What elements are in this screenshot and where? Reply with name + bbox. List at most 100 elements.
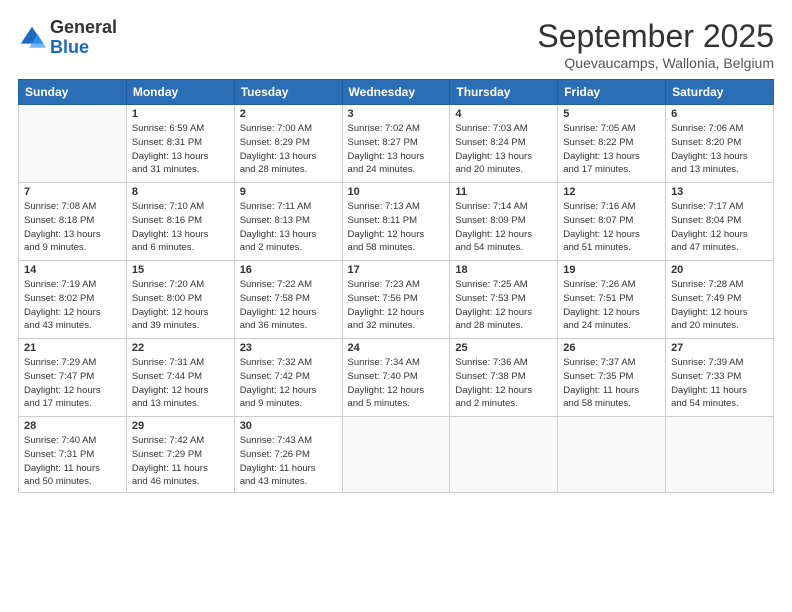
day-info: Sunrise: 7:39 AM Sunset: 7:33 PM Dayligh… bbox=[671, 356, 768, 411]
day-number: 1 bbox=[132, 108, 229, 120]
day-number: 10 bbox=[348, 186, 445, 198]
calendar-cell: 28 Sunrise: 7:40 AM Sunset: 7:31 PM Dayli… bbox=[19, 417, 127, 493]
day-info: Sunrise: 7:40 AM Sunset: 7:31 PM Dayligh… bbox=[24, 434, 121, 489]
day-info: Sunrise: 7:11 AM Sunset: 8:13 PM Dayligh… bbox=[240, 200, 337, 255]
day-info: Sunrise: 7:36 AM Sunset: 7:38 PM Dayligh… bbox=[455, 356, 552, 411]
day-info: Sunrise: 7:26 AM Sunset: 7:51 PM Dayligh… bbox=[563, 278, 660, 333]
day-number: 29 bbox=[132, 420, 229, 432]
day-number: 21 bbox=[24, 342, 121, 354]
day-number: 23 bbox=[240, 342, 337, 354]
logo-text: General Blue bbox=[50, 18, 117, 58]
calendar-cell: 21Sunrise: 7:29 AM Sunset: 7:47 PM Dayli… bbox=[19, 339, 127, 417]
day-number: 17 bbox=[348, 264, 445, 276]
day-number: 27 bbox=[671, 342, 768, 354]
calendar-cell: 1 Sunrise: 6:59 AM Sunset: 8:31 PM Daylig… bbox=[126, 105, 234, 183]
day-number: 6 bbox=[671, 108, 768, 120]
calendar-cell bbox=[342, 417, 450, 493]
calendar-cell: 3 Sunrise: 7:02 AM Sunset: 8:27 PM Daylig… bbox=[342, 105, 450, 183]
calendar-day-header: Monday bbox=[126, 80, 234, 105]
subtitle: Quevaucamps, Wallonia, Belgium bbox=[537, 55, 774, 71]
calendar-cell: 26Sunrise: 7:37 AM Sunset: 7:35 PM Dayli… bbox=[558, 339, 666, 417]
calendar-cell: 5Sunrise: 7:05 AM Sunset: 8:22 PM Daylig… bbox=[558, 105, 666, 183]
day-number: 8 bbox=[132, 186, 229, 198]
calendar-day-header: Sunday bbox=[19, 80, 127, 105]
calendar-cell: 17 Sunrise: 7:23 AM Sunset: 7:56 PM Dayli… bbox=[342, 261, 450, 339]
day-info: Sunrise: 7:06 AM Sunset: 8:20 PM Dayligh… bbox=[671, 122, 768, 177]
calendar-cell: 25 Sunrise: 7:36 AM Sunset: 7:38 PM Dayli… bbox=[450, 339, 558, 417]
calendar-cell: 13 Sunrise: 7:17 AM Sunset: 8:04 PM Dayli… bbox=[666, 183, 774, 261]
day-info: Sunrise: 7:42 AM Sunset: 7:29 PM Dayligh… bbox=[132, 434, 229, 489]
day-number: 11 bbox=[455, 186, 552, 198]
day-info: Sunrise: 7:17 AM Sunset: 8:04 PM Dayligh… bbox=[671, 200, 768, 255]
header: General Blue September 2025 Quevaucamps,… bbox=[18, 18, 774, 71]
day-info: Sunrise: 7:23 AM Sunset: 7:56 PM Dayligh… bbox=[348, 278, 445, 333]
day-info: Sunrise: 7:22 AM Sunset: 7:58 PM Dayligh… bbox=[240, 278, 337, 333]
month-title: September 2025 bbox=[537, 18, 774, 55]
day-info: Sunrise: 7:19 AM Sunset: 8:02 PM Dayligh… bbox=[24, 278, 121, 333]
calendar-cell: 30 Sunrise: 7:43 AM Sunset: 7:26 PM Dayli… bbox=[234, 417, 342, 493]
day-info: Sunrise: 7:05 AM Sunset: 8:22 PM Dayligh… bbox=[563, 122, 660, 177]
calendar-cell: 10Sunrise: 7:13 AM Sunset: 8:11 PM Dayli… bbox=[342, 183, 450, 261]
day-info: Sunrise: 7:37 AM Sunset: 7:35 PM Dayligh… bbox=[563, 356, 660, 411]
day-info: Sunrise: 6:59 AM Sunset: 8:31 PM Dayligh… bbox=[132, 122, 229, 177]
day-info: Sunrise: 7:28 AM Sunset: 7:49 PM Dayligh… bbox=[671, 278, 768, 333]
calendar-cell: 12Sunrise: 7:16 AM Sunset: 8:07 PM Dayli… bbox=[558, 183, 666, 261]
day-number: 13 bbox=[671, 186, 768, 198]
calendar-cell: 4 Sunrise: 7:03 AM Sunset: 8:24 PM Daylig… bbox=[450, 105, 558, 183]
day-info: Sunrise: 7:34 AM Sunset: 7:40 PM Dayligh… bbox=[348, 356, 445, 411]
day-number: 3 bbox=[348, 108, 445, 120]
calendar-cell: 19Sunrise: 7:26 AM Sunset: 7:51 PM Dayli… bbox=[558, 261, 666, 339]
calendar-day-header: Friday bbox=[558, 80, 666, 105]
calendar-week-row: 21Sunrise: 7:29 AM Sunset: 7:47 PM Dayli… bbox=[19, 339, 774, 417]
day-info: Sunrise: 7:31 AM Sunset: 7:44 PM Dayligh… bbox=[132, 356, 229, 411]
day-number: 4 bbox=[455, 108, 552, 120]
day-number: 24 bbox=[348, 342, 445, 354]
day-number: 25 bbox=[455, 342, 552, 354]
calendar-cell: 18 Sunrise: 7:25 AM Sunset: 7:53 PM Dayli… bbox=[450, 261, 558, 339]
day-number: 2 bbox=[240, 108, 337, 120]
day-info: Sunrise: 7:43 AM Sunset: 7:26 PM Dayligh… bbox=[240, 434, 337, 489]
calendar-week-row: 1 Sunrise: 6:59 AM Sunset: 8:31 PM Daylig… bbox=[19, 105, 774, 183]
day-info: Sunrise: 7:08 AM Sunset: 8:18 PM Dayligh… bbox=[24, 200, 121, 255]
calendar-header-row: SundayMondayTuesdayWednesdayThursdayFrid… bbox=[19, 80, 774, 105]
calendar-cell: 24 Sunrise: 7:34 AM Sunset: 7:40 PM Dayli… bbox=[342, 339, 450, 417]
day-number: 28 bbox=[24, 420, 121, 432]
day-number: 18 bbox=[455, 264, 552, 276]
calendar-cell: 23Sunrise: 7:32 AM Sunset: 7:42 PM Dayli… bbox=[234, 339, 342, 417]
day-info: Sunrise: 7:00 AM Sunset: 8:29 PM Dayligh… bbox=[240, 122, 337, 177]
calendar-cell: 29 Sunrise: 7:42 AM Sunset: 7:29 PM Dayli… bbox=[126, 417, 234, 493]
logo: General Blue bbox=[18, 18, 117, 58]
calendar-week-row: 14 Sunrise: 7:19 AM Sunset: 8:02 PM Dayli… bbox=[19, 261, 774, 339]
day-number: 9 bbox=[240, 186, 337, 198]
calendar-day-header: Saturday bbox=[666, 80, 774, 105]
logo-blue: Blue bbox=[50, 37, 89, 57]
day-number: 22 bbox=[132, 342, 229, 354]
calendar-cell: 15 Sunrise: 7:20 AM Sunset: 8:00 PM Dayli… bbox=[126, 261, 234, 339]
calendar-week-row: 7 Sunrise: 7:08 AM Sunset: 8:18 PM Daylig… bbox=[19, 183, 774, 261]
day-info: Sunrise: 7:02 AM Sunset: 8:27 PM Dayligh… bbox=[348, 122, 445, 177]
calendar-cell: 22 Sunrise: 7:31 AM Sunset: 7:44 PM Dayli… bbox=[126, 339, 234, 417]
calendar-cell: 14 Sunrise: 7:19 AM Sunset: 8:02 PM Dayli… bbox=[19, 261, 127, 339]
day-info: Sunrise: 7:14 AM Sunset: 8:09 PM Dayligh… bbox=[455, 200, 552, 255]
calendar-day-header: Thursday bbox=[450, 80, 558, 105]
day-number: 16 bbox=[240, 264, 337, 276]
calendar-cell bbox=[558, 417, 666, 493]
calendar-day-header: Wednesday bbox=[342, 80, 450, 105]
day-info: Sunrise: 7:10 AM Sunset: 8:16 PM Dayligh… bbox=[132, 200, 229, 255]
day-number: 14 bbox=[24, 264, 121, 276]
day-number: 30 bbox=[240, 420, 337, 432]
day-number: 15 bbox=[132, 264, 229, 276]
calendar-cell: 8 Sunrise: 7:10 AM Sunset: 8:16 PM Daylig… bbox=[126, 183, 234, 261]
title-block: September 2025 Quevaucamps, Wallonia, Be… bbox=[537, 18, 774, 71]
calendar-cell: 6 Sunrise: 7:06 AM Sunset: 8:20 PM Daylig… bbox=[666, 105, 774, 183]
day-info: Sunrise: 7:25 AM Sunset: 7:53 PM Dayligh… bbox=[455, 278, 552, 333]
calendar-cell: 9 Sunrise: 7:11 AM Sunset: 8:13 PM Daylig… bbox=[234, 183, 342, 261]
calendar: SundayMondayTuesdayWednesdayThursdayFrid… bbox=[18, 79, 774, 493]
calendar-cell bbox=[19, 105, 127, 183]
day-info: Sunrise: 7:20 AM Sunset: 8:00 PM Dayligh… bbox=[132, 278, 229, 333]
calendar-cell bbox=[450, 417, 558, 493]
day-number: 7 bbox=[24, 186, 121, 198]
calendar-cell: 16 Sunrise: 7:22 AM Sunset: 7:58 PM Dayli… bbox=[234, 261, 342, 339]
calendar-week-row: 28 Sunrise: 7:40 AM Sunset: 7:31 PM Dayli… bbox=[19, 417, 774, 493]
day-info: Sunrise: 7:03 AM Sunset: 8:24 PM Dayligh… bbox=[455, 122, 552, 177]
